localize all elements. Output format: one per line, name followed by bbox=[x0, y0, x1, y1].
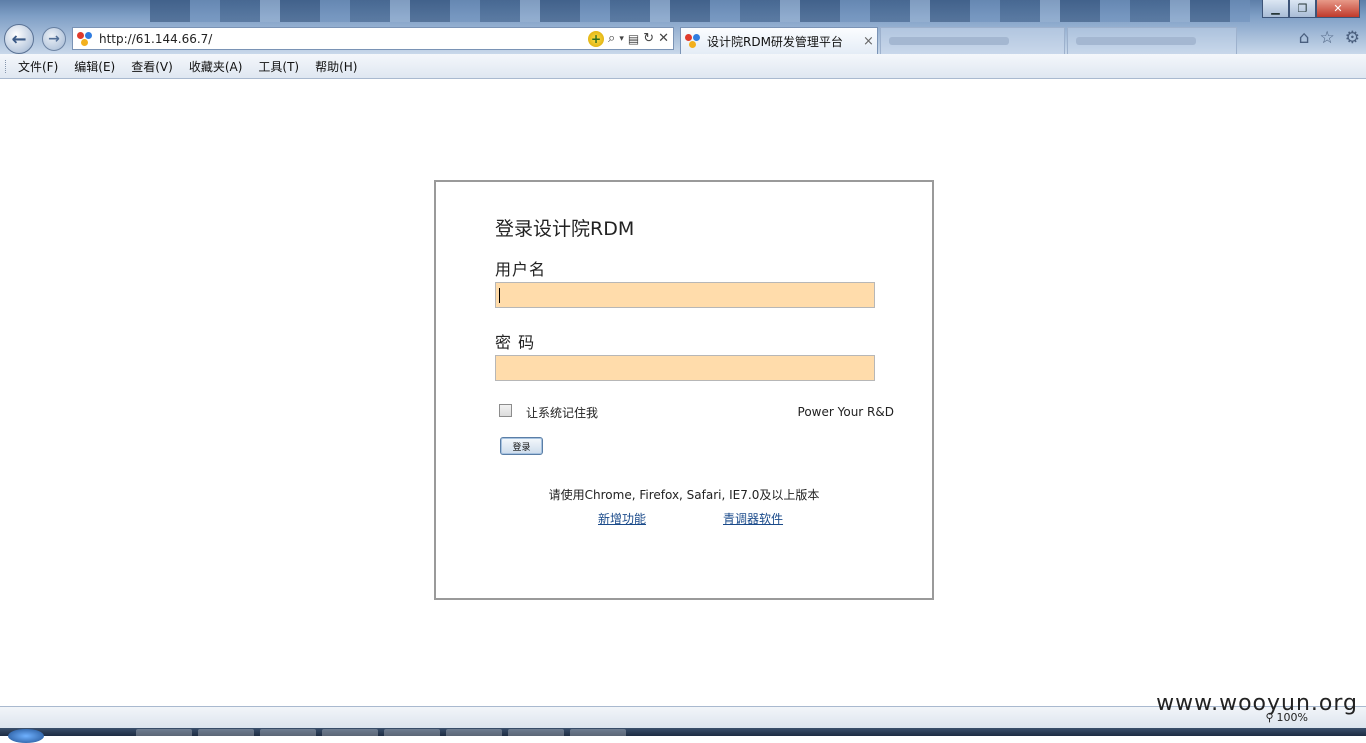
tab-favicon-icon bbox=[685, 33, 701, 49]
forward-arrow-icon: → bbox=[48, 31, 60, 47]
back-button[interactable]: ← bbox=[4, 24, 34, 54]
background-tabs-blur bbox=[150, 0, 1250, 22]
username-input[interactable] bbox=[495, 282, 875, 308]
password-label: 密 码 bbox=[495, 333, 536, 352]
taskbar-item[interactable] bbox=[570, 729, 626, 739]
taskbar bbox=[0, 728, 1366, 743]
search-icon[interactable]: ⌕ bbox=[608, 31, 615, 46]
refresh-icon[interactable]: ↻ bbox=[643, 31, 654, 46]
slogan-text: Power Your R&D bbox=[797, 405, 894, 419]
remember-me-checkbox[interactable] bbox=[499, 404, 512, 417]
menu-edit[interactable]: 编辑(E) bbox=[74, 58, 115, 75]
url-text[interactable]: http://61.144.66.7/ bbox=[99, 32, 588, 46]
toolbar-grip bbox=[5, 60, 8, 73]
tab-background[interactable] bbox=[1067, 27, 1237, 54]
start-button[interactable] bbox=[8, 729, 44, 743]
menu-file[interactable]: 文件(F) bbox=[18, 58, 58, 75]
home-icon[interactable]: ⌂ bbox=[1299, 28, 1310, 48]
close-window-button[interactable]: ✕ bbox=[1316, 0, 1360, 18]
menu-tools[interactable]: 工具(T) bbox=[258, 58, 299, 75]
taskbar-item[interactable] bbox=[322, 729, 378, 739]
taskbar-item[interactable] bbox=[260, 729, 316, 739]
address-bar[interactable]: http://61.144.66.7/ + ⌕ ▾ ▤ ↻ ✕ bbox=[72, 27, 674, 50]
text-caret bbox=[499, 288, 500, 303]
stop-icon[interactable]: ✕ bbox=[658, 31, 669, 46]
remember-me-label[interactable]: 让系统记住我 bbox=[526, 404, 598, 421]
page-content: 登录设计院RDM 用户名 密 码 让系统记住我 Power Your R&D 登… bbox=[0, 79, 1366, 706]
taskbar-item[interactable] bbox=[198, 729, 254, 739]
menu-favorites[interactable]: 收藏夹(A) bbox=[189, 58, 243, 75]
tab-background[interactable] bbox=[880, 27, 1065, 54]
password-input[interactable] bbox=[495, 355, 875, 381]
gear-icon[interactable]: ⚙ bbox=[1345, 28, 1360, 48]
new-features-link[interactable]: 新增功能 bbox=[598, 510, 646, 527]
favorites-star-icon[interactable]: ☆ bbox=[1320, 28, 1335, 48]
tab-active[interactable]: 设计院RDM研发管理平台 × bbox=[680, 27, 878, 54]
login-title: 登录设计院RDM bbox=[495, 218, 635, 240]
login-panel: 登录设计院RDM 用户名 密 码 让系统记住我 Power Your R&D 登… bbox=[434, 180, 934, 600]
tab-title: 设计院RDM研发管理平台 bbox=[707, 34, 843, 49]
page-icon[interactable]: ▤ bbox=[628, 32, 639, 46]
menu-help[interactable]: 帮助(H) bbox=[315, 58, 357, 75]
blurred-tab-title bbox=[889, 37, 1009, 45]
login-button[interactable]: 登录 bbox=[500, 437, 543, 455]
username-label: 用户名 bbox=[495, 260, 547, 279]
blurred-tab-title bbox=[1076, 37, 1196, 45]
menu-bar: 文件(F) 编辑(E) 查看(V) 收藏夹(A) 工具(T) 帮助(H) bbox=[0, 54, 1366, 79]
menu-view[interactable]: 查看(V) bbox=[131, 58, 173, 75]
compatibility-view-icon[interactable]: + bbox=[588, 30, 605, 47]
dropdown-chevron-icon[interactable]: ▾ bbox=[619, 34, 624, 44]
minimize-button[interactable]: ▁ bbox=[1262, 0, 1289, 18]
browser-requirement-note: 请使用Chrome, Firefox, Safari, IE7.0及以上版本 bbox=[548, 488, 820, 502]
taskbar-item[interactable] bbox=[136, 729, 192, 739]
taskbar-item[interactable] bbox=[508, 729, 564, 739]
browser-command-icons: ⌂ ☆ ⚙ bbox=[1299, 28, 1360, 48]
site-favicon-icon bbox=[77, 31, 93, 47]
restore-button[interactable]: ❐ bbox=[1289, 0, 1316, 18]
debugger-software-link[interactable]: 青调器软件 bbox=[723, 510, 783, 527]
forward-button[interactable]: → bbox=[42, 27, 66, 51]
window-controls: ▁ ❐ ✕ bbox=[1262, 0, 1360, 18]
taskbar-item[interactable] bbox=[446, 729, 502, 739]
address-bar-icons: + ⌕ ▾ ▤ ↻ ✕ bbox=[588, 30, 673, 47]
watermark: www.wooyun.org bbox=[1156, 691, 1358, 716]
taskbar-item[interactable] bbox=[384, 729, 440, 739]
close-tab-icon[interactable]: × bbox=[863, 34, 877, 49]
back-arrow-icon: ← bbox=[11, 28, 27, 50]
